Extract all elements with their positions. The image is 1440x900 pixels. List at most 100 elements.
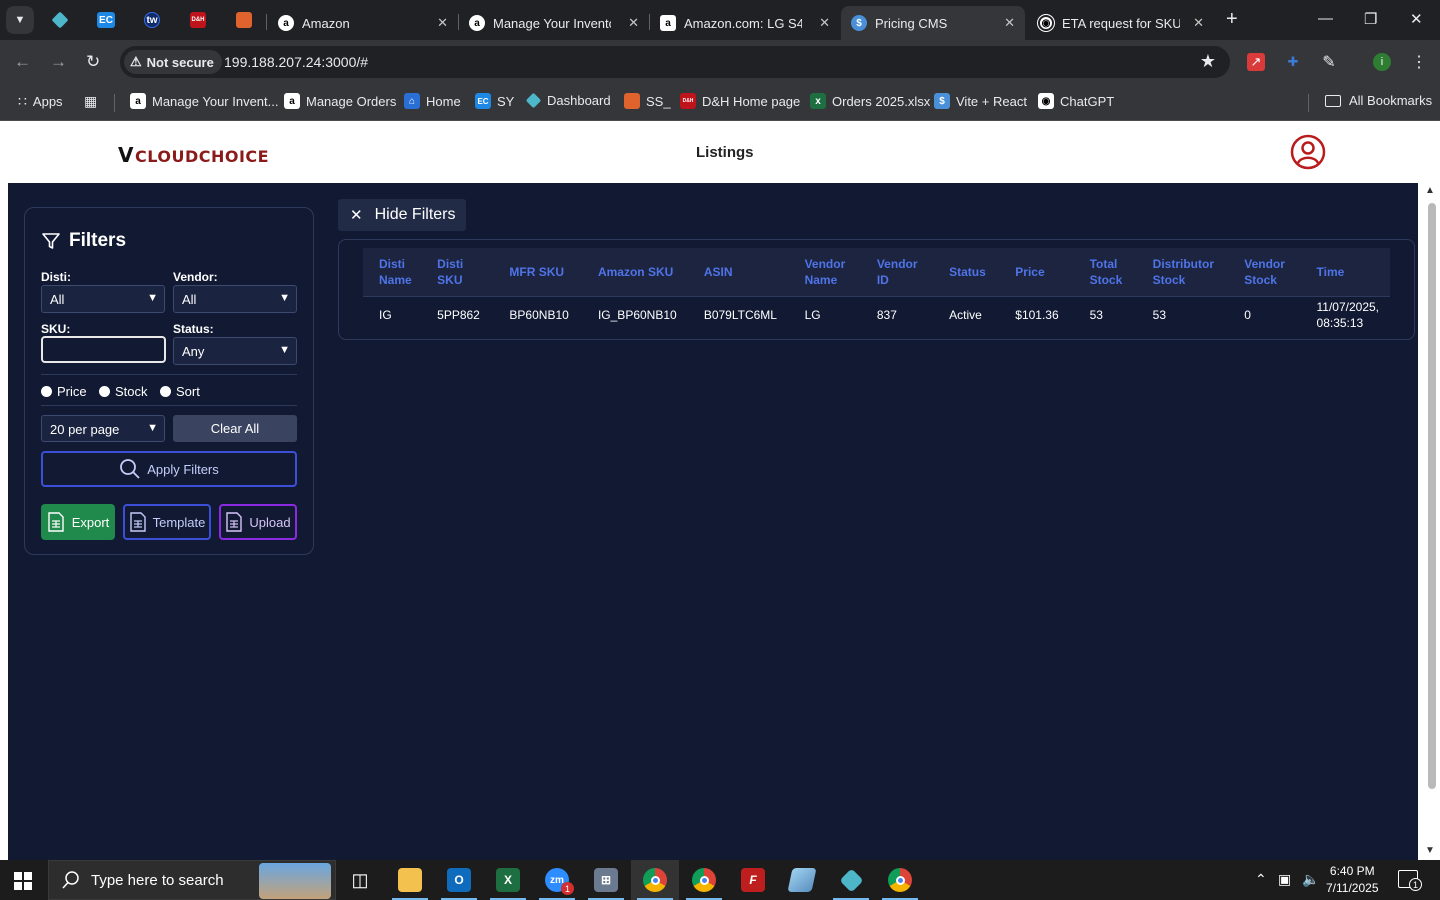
show-hidden-icons-chevron-icon[interactable]: ⌃ bbox=[1255, 871, 1267, 888]
apply-filters-button[interactable]: Apply Filters bbox=[41, 451, 297, 487]
close-icon[interactable]: ✕ bbox=[628, 15, 639, 31]
reload-icon[interactable]: ↻ bbox=[86, 52, 100, 72]
minimize-icon[interactable]: — bbox=[1318, 10, 1333, 27]
template-button[interactable]: Template bbox=[123, 504, 211, 540]
task-view-button[interactable]: ◫ bbox=[336, 860, 384, 900]
security-chip[interactable]: ⚠ Not secure bbox=[124, 50, 222, 74]
bookmark-sy[interactable]: EC SY bbox=[475, 93, 514, 109]
taskbar-file-explorer[interactable] bbox=[386, 860, 434, 900]
volume-muted-icon[interactable]: 🔈 bbox=[1302, 871, 1319, 888]
url-text[interactable]: 199.188.207.24:3000/# bbox=[224, 54, 368, 70]
pinned-tab-1[interactable] bbox=[48, 8, 72, 32]
col-header-mfr-sku[interactable]: MFR SKU bbox=[501, 248, 590, 296]
pinned-tab-5[interactable] bbox=[232, 8, 256, 32]
sku-input[interactable] bbox=[41, 336, 166, 363]
user-profile-icon[interactable] bbox=[1290, 134, 1326, 170]
taskbar-search-box[interactable]: Type here to search bbox=[48, 860, 336, 900]
col-header-time[interactable]: Time bbox=[1309, 248, 1390, 296]
bookmark-manage-orders[interactable]: a Manage Orders bbox=[284, 93, 396, 109]
col-header-vendor-stock[interactable]: Vendor Stock bbox=[1236, 248, 1308, 296]
all-bookmarks[interactable]: All Bookmarks bbox=[1325, 93, 1432, 108]
network-icon[interactable]: ▣ bbox=[1278, 871, 1291, 888]
extension-plus-icon[interactable]: ✚ bbox=[1284, 53, 1302, 71]
notification-center-button[interactable]: 1 bbox=[1398, 870, 1422, 891]
tab-eta-request[interactable]: ◉ ETA request for SKU ✕ bbox=[1028, 6, 1214, 40]
bookmark-orders-xlsx[interactable]: x Orders 2025.xlsx bbox=[810, 93, 930, 109]
col-header-price[interactable]: Price bbox=[1007, 248, 1081, 296]
bookmark-dashboard[interactable]: Dashboard bbox=[525, 92, 611, 109]
profile-avatar-icon[interactable]: i bbox=[1373, 53, 1391, 71]
table-row[interactable]: IG 5PP862 BP60NB10 IG_BP60NB10 B079LTC6M… bbox=[363, 295, 1390, 334]
close-icon[interactable]: ✕ bbox=[1193, 15, 1204, 31]
more-menu-icon[interactable]: ⋮ bbox=[1410, 53, 1428, 71]
taskbar-chrome-active[interactable] bbox=[631, 860, 679, 900]
scroll-up-arrow-icon[interactable]: ▲ bbox=[1425, 185, 1435, 196]
clear-all-button[interactable]: Clear All bbox=[173, 415, 297, 442]
tab-search-button[interactable]: ▼ bbox=[6, 6, 34, 34]
bookmark-chatgpt[interactable]: ◉ ChatGPT bbox=[1038, 93, 1114, 109]
per-page-select[interactable]: 20 per page ▼ bbox=[41, 415, 165, 442]
close-icon[interactable]: ✕ bbox=[437, 15, 448, 31]
col-header-amazon-sku[interactable]: Amazon SKU bbox=[590, 248, 696, 296]
scrollbar-thumb[interactable] bbox=[1428, 203, 1436, 789]
radio-sort[interactable]: Sort bbox=[160, 384, 200, 399]
col-header-asin[interactable]: ASIN bbox=[696, 248, 797, 296]
radio-stock[interactable]: Stock bbox=[99, 384, 148, 399]
pinned-tab-4[interactable]: D&H bbox=[186, 8, 210, 32]
bookmark-apps[interactable]: ∷ Apps bbox=[18, 93, 63, 110]
header-line: Stock bbox=[1089, 272, 1123, 287]
col-header-status[interactable]: Status bbox=[941, 248, 1007, 296]
disti-select[interactable]: All ▼ bbox=[41, 285, 165, 313]
new-tab-plus-icon[interactable]: + bbox=[1226, 8, 1238, 31]
col-header-vendor-name[interactable]: Vendor Name bbox=[797, 248, 869, 296]
vendor-select[interactable]: All ▼ bbox=[173, 285, 297, 313]
taskbar-chrome-2[interactable] bbox=[680, 860, 728, 900]
close-icon[interactable]: ✕ bbox=[819, 15, 830, 31]
bookmark-home[interactable]: ⌂ Home bbox=[404, 93, 461, 109]
taskbar-diamond-app[interactable] bbox=[827, 860, 875, 900]
forward-arrow-icon[interactable]: → bbox=[50, 52, 67, 72]
windows-start-icon[interactable] bbox=[14, 872, 32, 890]
bookmark-star-icon[interactable]: ★ bbox=[1200, 51, 1216, 72]
col-header-disti-name[interactable]: Disti Name bbox=[363, 248, 429, 296]
nav-listings[interactable]: Listings bbox=[696, 144, 754, 161]
pinned-tab-2[interactable]: EC bbox=[94, 8, 118, 32]
taskbar-outlook[interactable]: O bbox=[435, 860, 483, 900]
bookmark-ss[interactable]: SS_ bbox=[624, 93, 671, 109]
bookmark-manage-inventory[interactable]: a Manage Your Invent... bbox=[130, 93, 278, 109]
radio-price[interactable]: Price bbox=[41, 384, 87, 399]
window-close-icon[interactable]: ✕ bbox=[1410, 10, 1423, 28]
taskbar-calculator[interactable]: ⊞ bbox=[582, 860, 630, 900]
status-label: Status: bbox=[173, 322, 214, 336]
bookmark-tab-groups[interactable]: ▦ bbox=[84, 93, 97, 110]
col-header-total-stock[interactable]: Total Stock bbox=[1082, 248, 1145, 296]
extensions-puzzle-icon[interactable]: ✎ bbox=[1320, 53, 1338, 71]
col-header-vendor-id[interactable]: Vendor ID bbox=[869, 248, 941, 296]
bookmark-vite-react[interactable]: $ Vite + React bbox=[934, 93, 1027, 109]
tab-manage-inventory[interactable]: a Manage Your Inventory ✕ bbox=[459, 6, 649, 40]
upload-button[interactable]: Upload bbox=[219, 504, 297, 540]
status-select[interactable]: Any ▼ bbox=[173, 337, 297, 365]
system-clock[interactable]: 6:40 PM 7/11/2025 bbox=[1326, 863, 1379, 897]
address-bar[interactable]: ⚠ Not secure 199.188.207.24:3000/# ★ bbox=[120, 46, 1230, 78]
col-header-disti-sku[interactable]: Disti SKU bbox=[429, 248, 501, 296]
hide-filters-button[interactable]: ✕ Hide Filters bbox=[338, 199, 466, 231]
tab-amazon[interactable]: a Amazon ✕ bbox=[268, 6, 458, 40]
pinned-tab-3[interactable]: tw bbox=[140, 8, 164, 32]
back-arrow-icon[interactable]: ← bbox=[14, 52, 31, 72]
taskbar-chrome-profile[interactable] bbox=[876, 860, 924, 900]
taskbar-zoom[interactable]: zm 1 bbox=[533, 860, 581, 900]
bookmark-dh-home[interactable]: D&H D&H Home page bbox=[680, 93, 800, 109]
close-icon[interactable]: ✕ bbox=[1004, 15, 1015, 31]
taskbar-app-notes[interactable] bbox=[778, 860, 826, 900]
vcloudchoice-logo[interactable]: VCLOUDCHOICE bbox=[118, 143, 269, 167]
col-header-distributor-stock[interactable]: Distributor Stock bbox=[1145, 248, 1237, 296]
export-button[interactable]: Export bbox=[41, 504, 115, 540]
restore-icon[interactable]: ❐ bbox=[1364, 10, 1377, 28]
taskbar-filezilla[interactable]: F bbox=[729, 860, 777, 900]
taskbar-excel[interactable]: X bbox=[484, 860, 532, 900]
tab-pricing-cms[interactable]: $ Pricing CMS ✕ bbox=[841, 6, 1025, 40]
extension-arrow-icon[interactable]: ↗ bbox=[1247, 53, 1265, 71]
tab-amazon-lg[interactable]: a Amazon.com: LG S40T ✕ bbox=[650, 6, 840, 40]
scroll-down-arrow-icon[interactable]: ▼ bbox=[1425, 845, 1435, 856]
